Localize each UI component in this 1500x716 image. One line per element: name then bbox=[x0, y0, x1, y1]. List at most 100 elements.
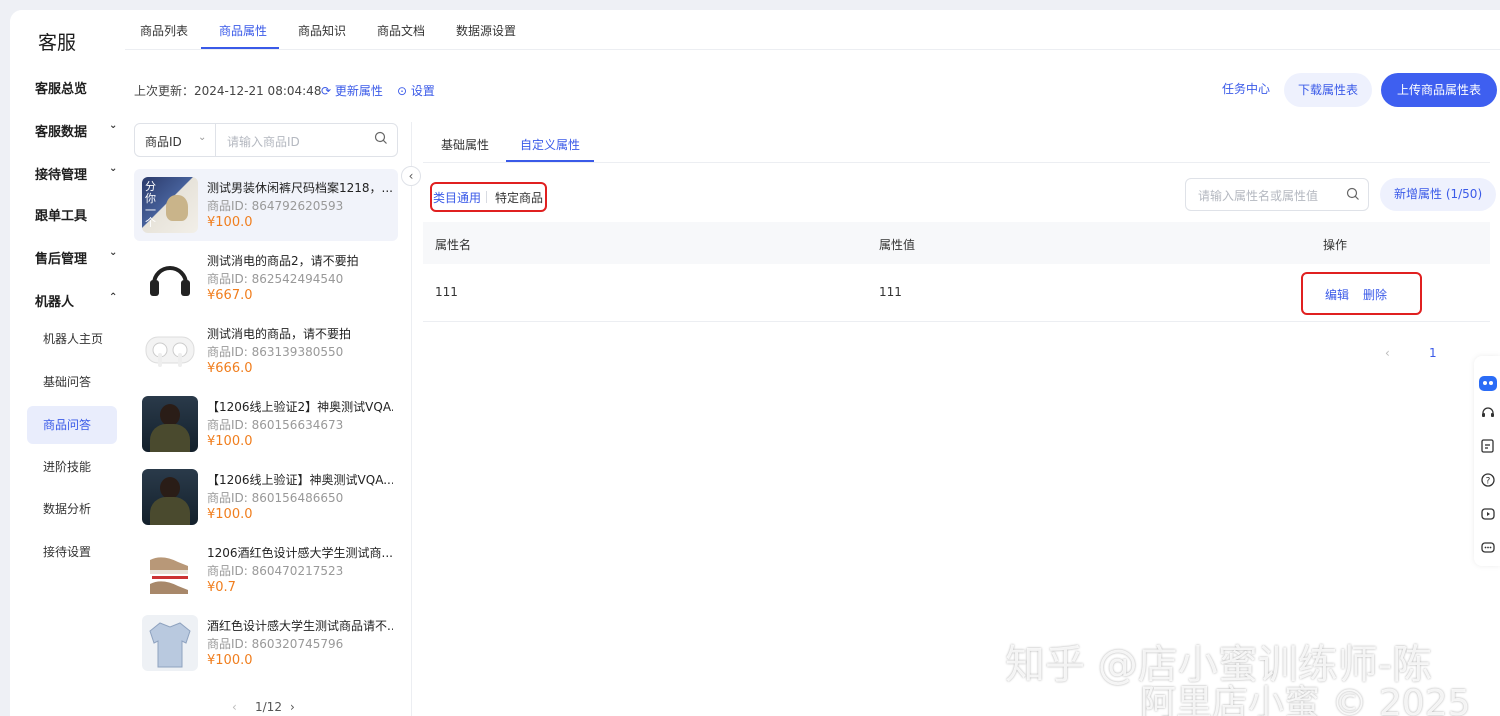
product-search-input[interactable]: 请输入商品ID bbox=[227, 133, 300, 150]
headset-icon[interactable] bbox=[1480, 404, 1496, 420]
attribute-search-input[interactable]: 请输入属性名或属性值 bbox=[1198, 187, 1318, 204]
product-item[interactable]: 【1206线上验证】神奥测试VQA... 商品ID: 860156486650 … bbox=[134, 461, 398, 533]
refresh-attributes-link[interactable]: ⟳ 更新属性 bbox=[321, 82, 383, 99]
sidebar-sub-robot-home[interactable]: 机器人主页 bbox=[27, 320, 117, 358]
divider bbox=[423, 162, 1490, 163]
scope-segment: 类目通用 特定商品 bbox=[430, 182, 547, 212]
chevron-up-icon: ⌃ bbox=[109, 292, 118, 303]
add-attribute-button[interactable]: 新增属性 (1/50) bbox=[1380, 178, 1497, 211]
sidebar-item-robot[interactable]: 机器人 ⌃ bbox=[35, 291, 117, 310]
product-name: 【1206线上验证】神奥测试VQA... bbox=[207, 473, 393, 487]
product-page-indicator: 1/12 bbox=[255, 700, 282, 714]
attribute-name-cell: 111 bbox=[435, 285, 458, 299]
product-thumbnail bbox=[142, 615, 198, 671]
video-icon[interactable] bbox=[1480, 506, 1496, 522]
sidebar-item-aftersale[interactable]: 售后管理 ⌄ bbox=[35, 247, 117, 267]
column-header-value: 属性值 bbox=[879, 238, 916, 252]
product-thumbnail: 分你一个 bbox=[142, 177, 198, 233]
product-thumbnail bbox=[142, 250, 198, 306]
product-item[interactable]: 分你一个 测试男装休闲裤尺码档案1218，... 商品ID: 864792620… bbox=[134, 169, 398, 241]
product-search: 商品ID ⌄ 请输入商品ID bbox=[134, 123, 398, 157]
sidebar-sub-product-qa[interactable]: 商品问答 bbox=[27, 406, 117, 444]
earbuds-icon bbox=[145, 336, 195, 367]
product-price: ¥100.0 bbox=[207, 215, 253, 230]
person-body bbox=[150, 497, 190, 525]
table-header: 属性名 属性值 操作 bbox=[423, 222, 1490, 264]
divider bbox=[486, 191, 487, 203]
product-price: ¥100.0 bbox=[207, 507, 253, 522]
product-name: 酒红色设计感大学生测试商品请不... bbox=[207, 619, 393, 633]
product-id: 商品ID: 860156634673 bbox=[207, 418, 344, 432]
chevron-right-icon[interactable]: › bbox=[290, 700, 295, 714]
chevron-left-icon[interactable]: ‹ bbox=[232, 700, 237, 714]
thumbnail-text: 分你一个 bbox=[145, 180, 156, 229]
product-price: ¥0.7 bbox=[207, 580, 236, 595]
product-thumbnail bbox=[142, 396, 198, 452]
active-tab-indicator bbox=[201, 47, 279, 49]
sidebar-item-tracking[interactable]: 跟单工具 bbox=[35, 205, 87, 224]
tab-product-list[interactable]: 商品列表 bbox=[140, 22, 188, 39]
divider bbox=[411, 122, 412, 716]
headphones-icon bbox=[150, 266, 190, 296]
task-center-button[interactable]: 任务中心 bbox=[1222, 73, 1270, 105]
product-price: ¥667.0 bbox=[207, 288, 253, 303]
attribute-search[interactable]: 请输入属性名或属性值 bbox=[1185, 178, 1369, 211]
active-subtab-indicator bbox=[506, 160, 594, 162]
segment-category-general[interactable]: 类目通用 bbox=[433, 189, 481, 206]
chevron-left-icon: ‹ bbox=[408, 169, 414, 183]
assistant-robot-icon[interactable] bbox=[1477, 372, 1499, 394]
product-id: 商品ID: 860320745796 bbox=[207, 637, 344, 651]
product-item[interactable]: 测试消电的商品，请不要拍 商品ID: 863139380550 ¥666.0 bbox=[134, 315, 398, 387]
delete-button[interactable]: 删除 bbox=[1363, 286, 1387, 303]
product-thumbnail bbox=[142, 469, 198, 525]
svg-text:?: ? bbox=[1486, 477, 1491, 487]
search-icon[interactable] bbox=[374, 131, 388, 145]
tab-product-attributes[interactable]: 商品属性 bbox=[219, 22, 267, 39]
jacket-icon bbox=[149, 622, 191, 668]
collapse-panel-button[interactable]: ‹ bbox=[401, 166, 421, 186]
person-body bbox=[150, 424, 190, 452]
product-item[interactable]: 1206酒红色设计感大学生测试商... 商品ID: 860470217523 ¥… bbox=[134, 534, 398, 606]
product-thumbnail bbox=[142, 542, 198, 598]
product-item[interactable]: 测试消电的商品2，请不要拍 商品ID: 862542494540 ¥667.0 bbox=[134, 242, 398, 314]
help-icon[interactable]: ? bbox=[1480, 472, 1496, 488]
sidebar-item-data[interactable]: 客服数据 ⌄ bbox=[35, 120, 117, 140]
sidebar-sub-reception-settings[interactable]: 接待设置 bbox=[27, 533, 117, 571]
download-attributes-button[interactable]: 下载属性表 bbox=[1284, 73, 1373, 107]
settings-link[interactable]: ⊙ 设置 bbox=[397, 82, 435, 99]
chevron-left-icon[interactable]: ‹ bbox=[1385, 346, 1390, 360]
product-thumbnail bbox=[142, 323, 198, 379]
tab-basic-attributes[interactable]: 基础属性 bbox=[441, 136, 489, 153]
product-id: 商品ID: 862542494540 bbox=[207, 272, 344, 286]
upload-attributes-button[interactable]: 上传商品属性表 bbox=[1381, 73, 1498, 107]
chevron-down-icon[interactable]: ⌄ bbox=[198, 132, 206, 143]
chevron-down-icon: ⌄ bbox=[109, 163, 118, 174]
tab-product-knowledge[interactable]: 商品知识 bbox=[298, 22, 346, 39]
chat-icon[interactable] bbox=[1480, 540, 1496, 556]
sidebar-item-reception[interactable]: 接待管理 ⌄ bbox=[35, 163, 117, 183]
tab-custom-attributes[interactable]: 自定义属性 bbox=[520, 136, 580, 153]
product-id: 商品ID: 860470217523 bbox=[207, 564, 344, 578]
person-head bbox=[160, 404, 180, 426]
product-price: ¥100.0 bbox=[207, 653, 253, 668]
chevron-down-icon: ⌄ bbox=[109, 120, 118, 131]
product-item[interactable]: 【1206线上验证2】神奥测试VQA... 商品ID: 860156634673… bbox=[134, 388, 398, 460]
product-item[interactable]: 酒红色设计感大学生测试商品请不... 商品ID: 860320745796 ¥1… bbox=[134, 607, 398, 679]
search-icon[interactable] bbox=[1346, 187, 1360, 201]
floating-toolbar: ? bbox=[1474, 356, 1500, 566]
tab-product-docs[interactable]: 商品文档 bbox=[377, 22, 425, 39]
refresh-icon: ⟳ bbox=[321, 84, 332, 98]
product-name: 测试消电的商品，请不要拍 bbox=[207, 327, 352, 341]
sidebar-sub-basic-qa[interactable]: 基础问答 bbox=[27, 363, 117, 401]
search-type-select[interactable]: 商品ID bbox=[145, 133, 182, 150]
segment-specific-product[interactable]: 特定商品 bbox=[495, 189, 543, 206]
sidebar-item-overview[interactable]: 客服总览 bbox=[35, 78, 87, 97]
edit-note-icon[interactable] bbox=[1480, 438, 1496, 454]
edit-button[interactable]: 编辑 bbox=[1325, 286, 1349, 303]
tab-datasource-settings[interactable]: 数据源设置 bbox=[456, 22, 516, 39]
product-name: 测试男装休闲裤尺码档案1218，... bbox=[207, 181, 393, 195]
page-number-current[interactable]: 1 bbox=[1429, 346, 1437, 360]
dog-shape bbox=[166, 195, 188, 221]
sidebar-sub-analytics[interactable]: 数据分析 bbox=[27, 490, 117, 528]
sidebar-sub-advanced[interactable]: 进阶技能 bbox=[27, 448, 117, 486]
